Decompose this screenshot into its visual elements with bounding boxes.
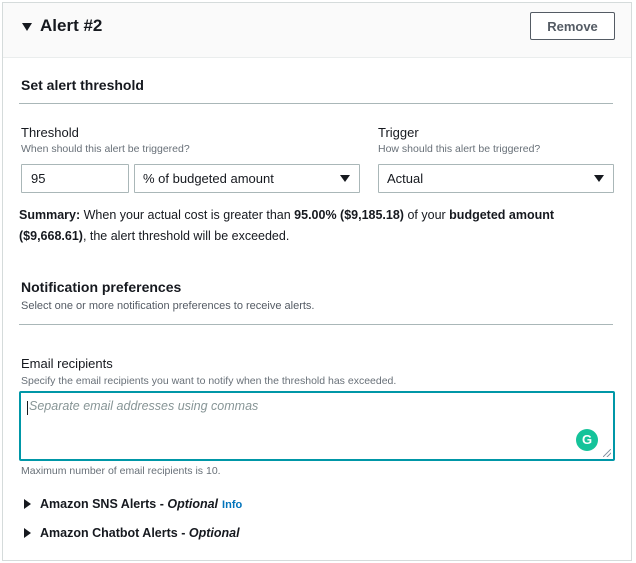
caret-down-icon[interactable]	[22, 23, 32, 31]
summary-budget-value: ($9,668.61)	[19, 229, 83, 243]
caret-right-icon	[24, 498, 31, 509]
email-recipients-description: Specify the email recipients you want to…	[21, 375, 397, 387]
summary-text-3: , the alert threshold will be exceeded.	[82, 229, 290, 243]
notification-description: Select one or more notification preferen…	[21, 300, 315, 312]
trigger-select[interactable]: Actual	[378, 164, 614, 193]
caret-right-icon	[24, 527, 31, 538]
section-divider	[19, 103, 613, 104]
chatbot-alerts-expander[interactable]: Amazon Chatbot Alerts - Optional	[24, 526, 240, 540]
select-arrow-icon	[340, 175, 350, 182]
sns-optional-label: Optional	[167, 497, 219, 511]
text-cursor	[27, 401, 28, 415]
trigger-value: Actual	[387, 171, 424, 186]
trigger-description: How should this alert be triggered?	[378, 143, 541, 155]
alert-header[interactable]: Alert #2 Remove	[3, 3, 631, 58]
threshold-section-title: Set alert threshold	[21, 77, 144, 93]
summary-label: Summary:	[19, 208, 81, 222]
threshold-unit-value: % of budgeted amount	[143, 171, 274, 186]
select-arrow-icon	[594, 175, 604, 182]
notification-section-title: Notification preferences	[21, 279, 182, 295]
summary-text-2: of your	[407, 208, 446, 222]
chatbot-optional-label: Optional	[188, 526, 240, 540]
email-placeholder: Separate email addresses using commas	[29, 399, 259, 413]
email-max-note: Maximum number of email recipients is 10…	[21, 465, 221, 477]
threshold-label: Threshold	[21, 125, 79, 140]
sns-alerts-label: Amazon SNS Alerts -	[40, 497, 168, 511]
email-recipients-label: Email recipients	[21, 356, 113, 371]
threshold-input[interactable]: 95	[21, 164, 129, 193]
resize-handle[interactable]	[603, 449, 611, 457]
grammarly-icon[interactable]: G	[576, 429, 598, 451]
alert-summary: Summary: When your actual cost is greate…	[19, 205, 599, 247]
sns-alerts-expander[interactable]: Amazon SNS Alerts - Optional Info	[24, 497, 242, 511]
threshold-description: When should this alert be triggered?	[21, 143, 190, 155]
trigger-label: Trigger	[378, 125, 419, 140]
email-recipients-input[interactable]: Separate email addresses using commas G	[19, 391, 615, 461]
threshold-unit-select[interactable]: % of budgeted amount	[134, 164, 360, 193]
remove-button[interactable]: Remove	[530, 12, 615, 40]
summary-text-1: When your actual cost is greater than	[83, 208, 291, 222]
chatbot-alerts-label: Amazon Chatbot Alerts -	[40, 526, 189, 540]
summary-threshold-amount: 95.00% ($9,185.18)	[294, 208, 404, 222]
section-divider	[19, 324, 613, 325]
alert-title: Alert #2	[40, 16, 103, 35]
summary-budget-label: budgeted amount	[449, 208, 555, 222]
sns-info-link[interactable]: Info	[222, 499, 242, 511]
